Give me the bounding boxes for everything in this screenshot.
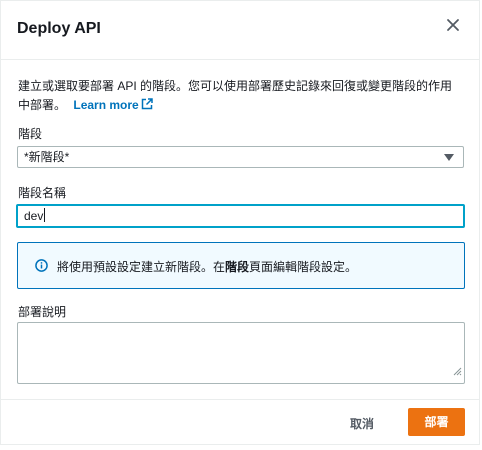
stage-label: 階段 [18,127,43,141]
close-icon[interactable] [445,17,461,33]
stage-selected-value: *新階段* [24,150,70,164]
learn-more-label: Learn more [73,98,139,112]
cancel-button[interactable]: 取消 [350,415,374,432]
deployment-description-label: 部署說明 [18,305,67,319]
resize-handle-icon[interactable] [452,363,462,381]
info-text: 將使用預設設定建立新階段。在階段頁面編輯階段設定。 [57,258,357,275]
learn-more-link[interactable]: Learn more [73,98,153,112]
info-text-pre: 將使用預設設定建立新階段。在 [57,260,226,274]
stage-name-label: 階段名稱 [18,186,67,200]
stage-select[interactable]: *新階段* [17,146,464,168]
text-caret [44,208,46,222]
info-text-stage-bold: 階段 [225,260,250,274]
dialog-footer: 取消 部署 [1,399,479,450]
info-icon [35,259,48,277]
stage-name-value: dev [24,209,44,223]
dialog-description: 建立或選取要部署 API 的階段。您可以使用部署歷史記錄來回復或變更階段的作用中… [18,77,458,116]
info-alert: 將使用預設設定建立新階段。在階段頁面編輯階段設定。 [17,242,465,289]
stage-name-input[interactable]: dev [16,204,465,228]
deploy-button[interactable]: 部署 [408,408,465,436]
dialog-header: Deploy API [1,1,479,60]
info-text-post: 頁面編輯階段設定。 [249,260,358,274]
deploy-api-dialog: Deploy API 建立或選取要部署 API 的階段。您可以使用部署歷史記錄來… [0,0,480,445]
external-link-icon [141,97,153,116]
dialog-title: Deploy API [17,20,101,37]
chevron-down-icon [444,154,454,161]
deployment-description-textarea[interactable] [17,322,465,384]
